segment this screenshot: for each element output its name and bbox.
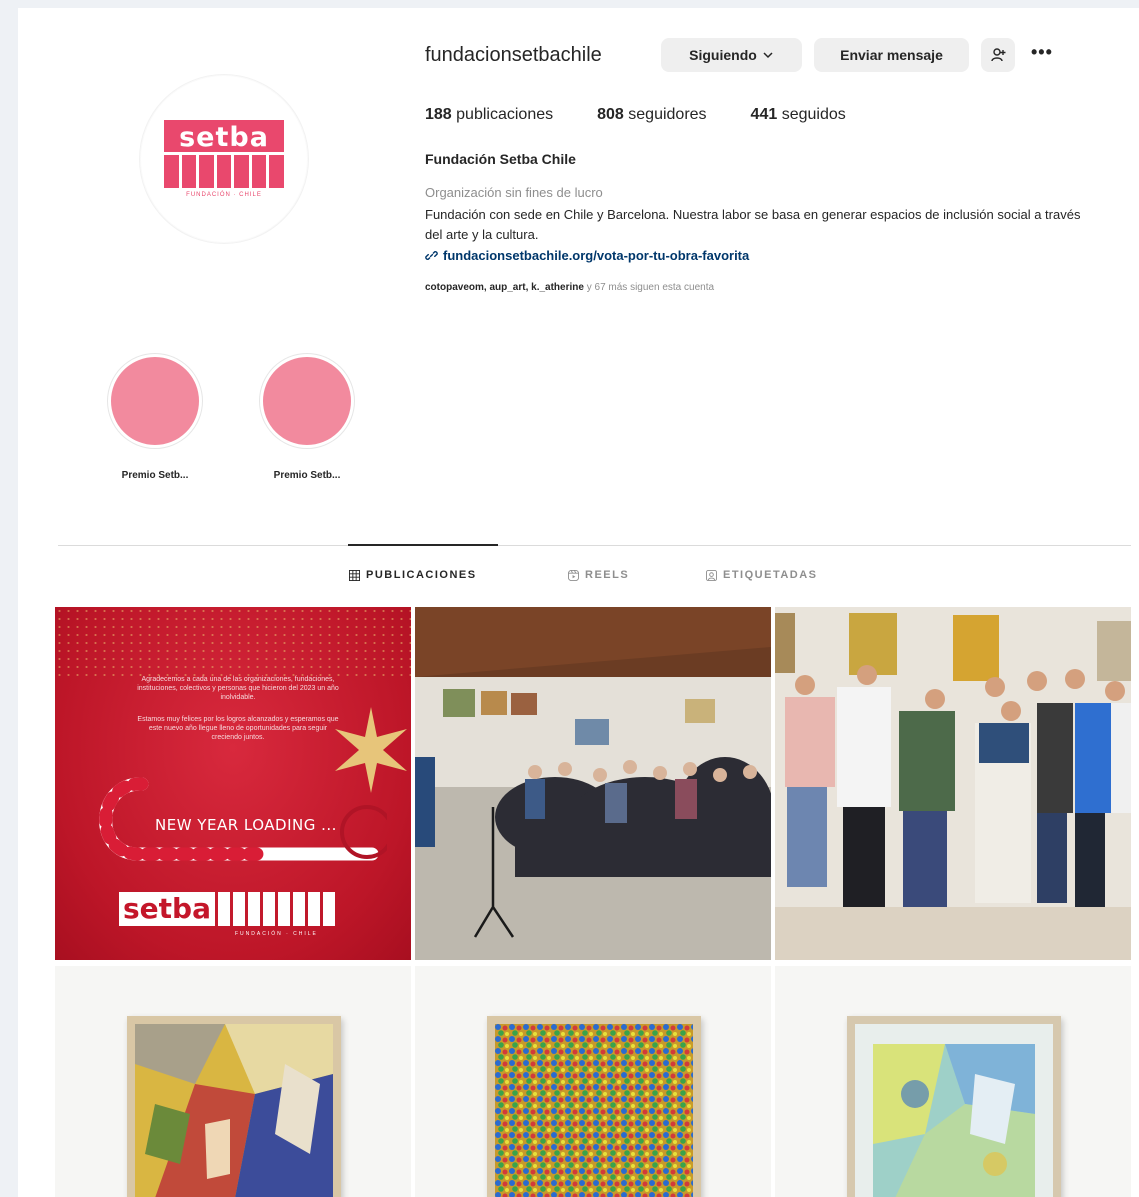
artwork-frame bbox=[127, 1016, 341, 1197]
post-event-audience-photo[interactable] bbox=[415, 607, 771, 960]
highlight-label: Premio Setb... bbox=[121, 470, 189, 481]
highlight-cover bbox=[260, 354, 354, 448]
logo-wordmark: setba bbox=[164, 120, 284, 153]
profile-link-text: fundacionsetbachile.org/vota-por-tu-obra… bbox=[443, 248, 750, 263]
followed-by[interactable]: cotopaveom, aup_art, k._atherine y 67 má… bbox=[425, 282, 714, 293]
active-tab-indicator bbox=[348, 544, 498, 546]
tabs-divider bbox=[58, 545, 1131, 546]
tagged-icon bbox=[706, 569, 717, 581]
post-group-photo[interactable] bbox=[775, 607, 1131, 960]
add-user-icon bbox=[991, 48, 1006, 62]
artwork-frame bbox=[847, 1016, 1061, 1197]
following-button-label: Siguiendo bbox=[689, 47, 757, 63]
reels-icon bbox=[568, 569, 579, 581]
photo-audience bbox=[415, 607, 771, 960]
logo-tagline: FUNDACIÓN · CHILE bbox=[186, 192, 262, 198]
post-text: Agradecemos a cada una de las organizaci… bbox=[137, 676, 339, 701]
highlight-label: Premio Setb... bbox=[273, 470, 341, 481]
chevron-down-icon bbox=[763, 52, 773, 59]
artwork-colorful bbox=[495, 1024, 693, 1197]
stat-following[interactable]: 441 seguidos bbox=[751, 106, 846, 124]
artwork-cubist bbox=[135, 1024, 333, 1197]
tab-posts[interactable]: PUBLICACIONES bbox=[349, 569, 477, 581]
profile-username: fundacionsetbachile bbox=[425, 44, 602, 66]
post-artwork-watercolor[interactable] bbox=[775, 966, 1131, 1197]
stat-posts: 188 publicaciones bbox=[425, 106, 554, 123]
logo-bars bbox=[164, 155, 285, 188]
following-button[interactable]: Siguiendo bbox=[661, 38, 802, 72]
send-message-button[interactable]: Enviar mensaje bbox=[814, 38, 969, 72]
logo-tagline: FUNDACIÓN · CHILE bbox=[235, 931, 318, 937]
profile-avatar[interactable]: setba FUNDACIÓN · CHILE bbox=[139, 74, 309, 244]
post-new-year[interactable]: Agradecemos a cada una de las organizaci… bbox=[55, 607, 411, 960]
stat-followers[interactable]: 808 seguidores bbox=[597, 106, 706, 124]
more-options-icon[interactable]: ••• bbox=[1031, 42, 1053, 63]
suggested-users-button[interactable] bbox=[981, 38, 1015, 72]
setba-logo: setba FUNDACIÓN · CHILE bbox=[164, 120, 285, 198]
link-icon bbox=[425, 251, 438, 260]
profile-link[interactable]: fundacionsetbachile.org/vota-por-tu-obra… bbox=[425, 248, 749, 263]
story-highlight[interactable]: Premio Setb... bbox=[105, 354, 205, 481]
post-text: Estamos muy felices por los logros alcan… bbox=[137, 716, 339, 741]
photo-group bbox=[775, 607, 1131, 960]
gold-sparkles bbox=[55, 607, 411, 677]
profile-stats: 188 publicaciones 808 seguidores 441 seg… bbox=[425, 106, 890, 124]
highlight-cover bbox=[108, 354, 202, 448]
story-highlight[interactable]: Premio Setb... bbox=[257, 354, 357, 481]
profile-category: Organización sin fines de lucro bbox=[425, 185, 603, 200]
post-artwork-colorful[interactable] bbox=[415, 966, 771, 1197]
tab-tagged[interactable]: ETIQUETADAS bbox=[706, 569, 818, 581]
artwork-watercolor bbox=[855, 1024, 1053, 1197]
tab-reels[interactable]: REELS bbox=[568, 569, 629, 581]
artwork-frame bbox=[487, 1016, 701, 1197]
setba-logo: setba bbox=[119, 892, 335, 926]
post-artwork-cubist[interactable] bbox=[55, 966, 411, 1197]
grid-icon bbox=[349, 569, 360, 581]
profile-page: setba FUNDACIÓN · CHILE fundacionsetbach… bbox=[18, 8, 1139, 1197]
profile-bio: Fundación con sede en Chile y Barcelona.… bbox=[425, 207, 1081, 242]
profile-full-name: Fundación Setba Chile bbox=[425, 151, 576, 167]
post-headline: NEW YEAR LOADING ... bbox=[155, 816, 337, 834]
